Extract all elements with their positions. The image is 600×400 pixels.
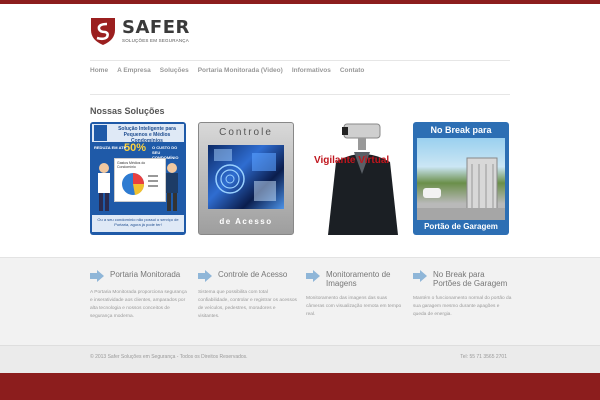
arrow-right-icon xyxy=(413,270,427,282)
solution-card-controle-de-acesso[interactable]: Controle de Acesso xyxy=(198,122,294,235)
feature-text: Mantém o funcionamento normal do portão … xyxy=(413,296,512,317)
copyright-text: © 2013 Safer Soluções em Segurança - Tod… xyxy=(90,354,248,360)
person-left-icon xyxy=(98,163,110,211)
garage-gate-image xyxy=(417,138,505,220)
feature-monitoramento: Monitoramento de Imagens Monitoramento d… xyxy=(306,270,406,319)
feature-controle-de-acesso: Controle de Acesso Sistema que possibili… xyxy=(198,270,298,321)
solution-card-brochure[interactable]: Solução Inteligente para Pequenos e Médi… xyxy=(90,122,186,235)
guard-camera-icon xyxy=(328,123,398,235)
shield-icon xyxy=(91,18,115,45)
feature-portaria-monitorada: Portaria Monitorada A Portaria Monitorad… xyxy=(90,270,190,321)
nav-item-informativos[interactable]: Informativos xyxy=(292,67,331,74)
nav-item-portaria-monitorada[interactable]: Portaria Monitorada (Video) xyxy=(198,67,283,74)
arrow-right-icon xyxy=(90,270,104,282)
feature-title[interactable]: Controle de Acesso xyxy=(218,270,287,279)
brochure-title: Solução Inteligente para Pequenos e Médi… xyxy=(118,126,176,144)
feature-text: Sistema que possibilita com total confia… xyxy=(198,290,297,319)
section-title: Nossas Soluções xyxy=(90,106,165,116)
arrow-right-icon xyxy=(198,270,212,282)
brochure-percent: 50% xyxy=(124,142,147,154)
phone-number: Tel: 55 71 3565 2701 xyxy=(460,354,507,360)
nav-divider-top xyxy=(90,60,510,61)
main-nav: Home A Empresa Soluções Portaria Monitor… xyxy=(90,67,364,74)
site-logo[interactable]: SAFER SOLUÇÕES EM SEGURANÇA xyxy=(90,15,210,47)
solution-card-no-break[interactable]: No Break para Portão de Garagem xyxy=(413,122,509,235)
card-footer: de Acesso xyxy=(219,217,273,226)
nav-item-a-empresa[interactable]: A Empresa xyxy=(117,67,151,74)
brochure-footer: Ou a seu condomínio não possui o serviço… xyxy=(92,215,184,232)
brand-name: SAFER xyxy=(122,17,190,38)
access-control-image xyxy=(208,145,284,209)
card-title: Controle xyxy=(219,127,273,138)
nav-divider-bottom xyxy=(90,94,510,95)
feature-title[interactable]: Monitoramento de Imagens xyxy=(326,270,406,288)
top-accent-bar xyxy=(0,0,600,4)
card-title: No Break para xyxy=(430,125,492,135)
brochure-header: Solução Inteligente para Pequenos e Médi… xyxy=(92,124,184,144)
gate-icon xyxy=(417,157,505,220)
arrow-right-icon xyxy=(306,270,320,282)
feature-text: Monitoramento das imagens das suas câmer… xyxy=(306,296,402,317)
nav-item-home[interactable]: Home xyxy=(90,67,108,74)
feature-text: A Portaria Monitorada proporciona segura… xyxy=(90,290,187,319)
bottom-accent-bar xyxy=(0,373,600,400)
nav-item-contato[interactable]: Contato xyxy=(340,67,365,74)
feature-no-break: No Break para Portões de Garagem Mantém … xyxy=(413,270,513,319)
pie-chart-icon xyxy=(122,173,158,195)
brochure-board: Gastos Médios do Condomínio xyxy=(114,158,166,202)
fingerprint-icon xyxy=(214,149,276,201)
solution-card-vigilante-virtual[interactable]: Vigilante Virtual xyxy=(306,122,402,235)
card-footer: Portão de Garagem xyxy=(424,222,498,231)
brochure-logo xyxy=(94,125,107,141)
person-right-icon xyxy=(166,163,178,211)
brochure-promo-left: REDUZA EM ATÉ xyxy=(94,145,127,150)
feature-title[interactable]: Portaria Monitorada xyxy=(110,270,180,279)
card-title: Vigilante Virtual xyxy=(314,155,390,166)
brochure-board-title: Gastos Médios do Condomínio xyxy=(117,161,146,169)
nav-item-solucoes[interactable]: Soluções xyxy=(160,67,189,74)
brand-tagline: SOLUÇÕES EM SEGURANÇA xyxy=(122,38,189,43)
feature-title[interactable]: No Break para Portões de Garagem xyxy=(433,270,513,288)
